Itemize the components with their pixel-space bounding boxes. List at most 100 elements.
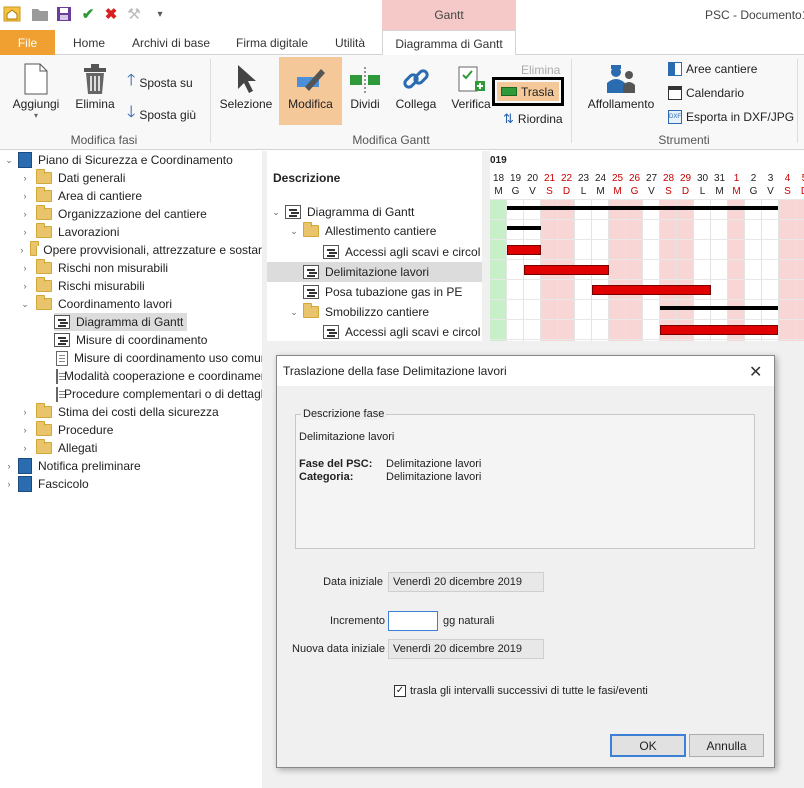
tree-item-label: Allegati — [58, 441, 98, 455]
tree-item-opere-provvisionali[interactable]: › Opere provvisionali, attrezzature e sos… — [20, 241, 262, 259]
gantt-column-header: Descrizione — [273, 171, 341, 185]
folder-icon — [36, 187, 52, 202]
gantt-day-number: 4 — [784, 173, 791, 184]
selezione-button[interactable]: Selezione — [218, 61, 274, 111]
summary-bar-smobilizzo[interactable] — [660, 306, 778, 310]
riordina-button[interactable]: ⇅ Riordina — [503, 111, 563, 127]
collapse-chevron-icon[interactable]: ⌄ — [20, 299, 30, 310]
incremento-input[interactable] — [388, 611, 438, 631]
aggiungi-button[interactable]: Aggiungi ▾ — [8, 61, 64, 120]
esporta-button[interactable]: DXF Esporta in DXF/JPG — [668, 110, 794, 124]
sposta-su-button[interactable]: 🡑 Sposta su — [127, 69, 193, 96]
trasla-checkbox[interactable]: ✓ — [394, 685, 406, 697]
gantt-splitter[interactable] — [482, 151, 490, 341]
tree-item-rischi-non-misurabili[interactable]: › Rischi non misurabili — [20, 259, 168, 277]
trasla-button[interactable]: Trasla — [497, 82, 559, 101]
expand-chevron-icon[interactable]: › — [20, 191, 30, 201]
tree-item-root[interactable]: ⌄ Piano di Sicurezza e Coordinamento — [4, 151, 233, 169]
tree-item-organizzazione[interactable]: › Organizzazione del cantiere — [20, 205, 207, 223]
affollamento-button[interactable]: Affollamento — [582, 61, 660, 111]
gantt-row-accessi-1[interactable]: Accessi agli scavi e circol… — [323, 243, 492, 261]
tab-archivi-di-base[interactable]: Archivi di base — [120, 30, 222, 55]
tree-item-fascicolo[interactable]: › Fascicolo — [4, 475, 89, 493]
task-bar-accessi-2[interactable] — [660, 325, 778, 335]
gantt-row-label: Posa tubazione gas in PE — [325, 285, 463, 299]
tree-item-coordinamento-lavori[interactable]: ⌄ Coordinamento lavori — [20, 295, 172, 313]
app-home-icon[interactable] — [2, 4, 22, 24]
task-bar-delimitazione[interactable] — [524, 265, 609, 275]
dividi-button[interactable]: Dividi — [344, 61, 386, 111]
gantt-weekday-letter: V — [648, 186, 655, 197]
tree-item-allegati[interactable]: › Allegati — [20, 439, 97, 457]
tree-item-misure-uso-comune[interactable]: Misure di coordinamento uso comune — [54, 349, 274, 367]
task-bar-posa-tubazione[interactable] — [592, 285, 711, 295]
gantt-row-delimitazione-selected[interactable]: Delimitazione lavori — [267, 262, 482, 282]
magic-wand-icon[interactable]: ⚒ — [124, 4, 144, 24]
folder-icon — [303, 303, 319, 318]
gantt-row-allestimento[interactable]: ⌄ Allestimento cantiere — [289, 222, 436, 240]
tree-item-diagramma-di-gantt[interactable]: Diagramma di Gantt — [54, 313, 188, 331]
annulla-button[interactable]: Annulla — [689, 734, 764, 757]
tree-item-procedure[interactable]: › Procedure — [20, 421, 113, 439]
expand-chevron-icon[interactable]: › — [20, 227, 30, 237]
summary-bar-root[interactable] — [507, 206, 778, 210]
tree-item-area-di-cantiere[interactable]: › Area di cantiere — [20, 187, 142, 205]
sposta-giu-button[interactable]: 🡓 Sposta giù — [127, 101, 196, 128]
gantt-row-root[interactable]: ⌄ Diagramma di Gantt — [271, 203, 414, 221]
save-icon[interactable] — [54, 4, 74, 24]
gantt-day-number: 23 — [577, 173, 590, 184]
gantt-row-smobilizzo[interactable]: ⌄ Smobilizzo cantiere — [289, 303, 429, 321]
open-folder-icon[interactable] — [30, 4, 50, 24]
summary-bar-allestimento[interactable] — [507, 226, 541, 230]
tree-item-modalita-cooperazione[interactable]: Modalità cooperazione e coordinamen — [54, 367, 262, 385]
tree-item-stima-costi[interactable]: › Stima dei costi della sicurezza — [20, 403, 219, 421]
ok-button[interactable]: OK — [610, 734, 686, 757]
aggiungi-dropdown-icon: ▾ — [33, 111, 38, 120]
collapse-chevron-icon[interactable]: ⌄ — [289, 307, 299, 318]
calendario-button[interactable]: Calendario — [668, 86, 744, 100]
expand-chevron-icon[interactable]: › — [20, 209, 30, 219]
tree-item-notifica-preliminare[interactable]: › Notifica preliminare — [4, 457, 141, 475]
tree-item-lavorazioni[interactable]: › Lavorazioni — [20, 223, 119, 241]
expand-chevron-icon[interactable]: › — [20, 173, 30, 183]
verifica-button[interactable]: Verifica — [448, 61, 494, 111]
collapse-chevron-icon[interactable]: ⌄ — [271, 207, 281, 218]
expand-chevron-icon[interactable]: › — [20, 245, 24, 255]
expand-chevron-icon[interactable]: › — [20, 263, 30, 273]
expand-chevron-icon[interactable]: › — [20, 281, 30, 291]
collega-button[interactable]: Collega — [392, 61, 440, 111]
tree-item-rischi-misurabili[interactable]: › Rischi misurabili — [20, 277, 145, 295]
dialog-titlebar: Traslazione della fase Delimitazione lav… — [277, 356, 774, 386]
tab-file[interactable]: File — [0, 30, 55, 55]
dialog-close-icon[interactable]: ✕ — [749, 362, 762, 382]
tree-item-procedure-complementari[interactable]: Procedure complementari o di dettagli — [54, 385, 262, 403]
tab-diagramma-di-gantt[interactable]: Diagramma di Gantt — [382, 30, 516, 56]
trasla-button-highlight-box: Trasla — [492, 77, 564, 106]
confirm-check-icon[interactable]: ✔ — [78, 4, 98, 24]
expand-chevron-icon[interactable]: › — [20, 425, 30, 435]
aree-cantiere-button[interactable]: Aree cantiere — [668, 62, 757, 76]
expand-chevron-icon[interactable]: › — [4, 461, 14, 471]
task-bar-accessi-1[interactable] — [507, 245, 541, 255]
gantt-row-posa-tubazione[interactable]: Posa tubazione gas in PE — [303, 283, 462, 301]
modifica-button[interactable]: Modifica — [279, 57, 342, 125]
tree-item-dati-generali[interactable]: › Dati generali — [20, 169, 125, 187]
expand-chevron-icon[interactable]: › — [20, 407, 30, 417]
collapse-chevron-icon[interactable]: ⌄ — [4, 155, 14, 166]
gantt-row-accessi-2[interactable]: Accessi agli scavi e circol… — [323, 323, 492, 341]
tree-item-label: Notifica preliminare — [38, 459, 141, 473]
expand-chevron-icon[interactable]: › — [4, 479, 14, 489]
tree-item-misure-coordinamento[interactable]: Misure di coordinamento — [54, 331, 207, 349]
tab-home[interactable]: Home — [60, 30, 118, 55]
elimina-small-button[interactable]: Elimina — [505, 63, 560, 77]
cancel-x-icon[interactable]: ✖ — [101, 4, 121, 24]
trasla-checkbox-label[interactable]: trasla gli intervalli successivi di tutt… — [410, 685, 648, 697]
data-iniziale-label: Data iniziale — [323, 576, 383, 588]
tab-utilita[interactable]: Utilità — [320, 30, 380, 55]
qat-customize-dropdown-icon[interactable]: ▾ — [150, 4, 170, 24]
gantt-day-number: 18 — [492, 173, 505, 184]
expand-chevron-icon[interactable]: › — [20, 443, 30, 453]
tab-firma-digitale[interactable]: Firma digitale — [226, 30, 318, 55]
elimina-button[interactable]: Elimina — [72, 61, 118, 111]
collapse-chevron-icon[interactable]: ⌄ — [289, 226, 299, 237]
